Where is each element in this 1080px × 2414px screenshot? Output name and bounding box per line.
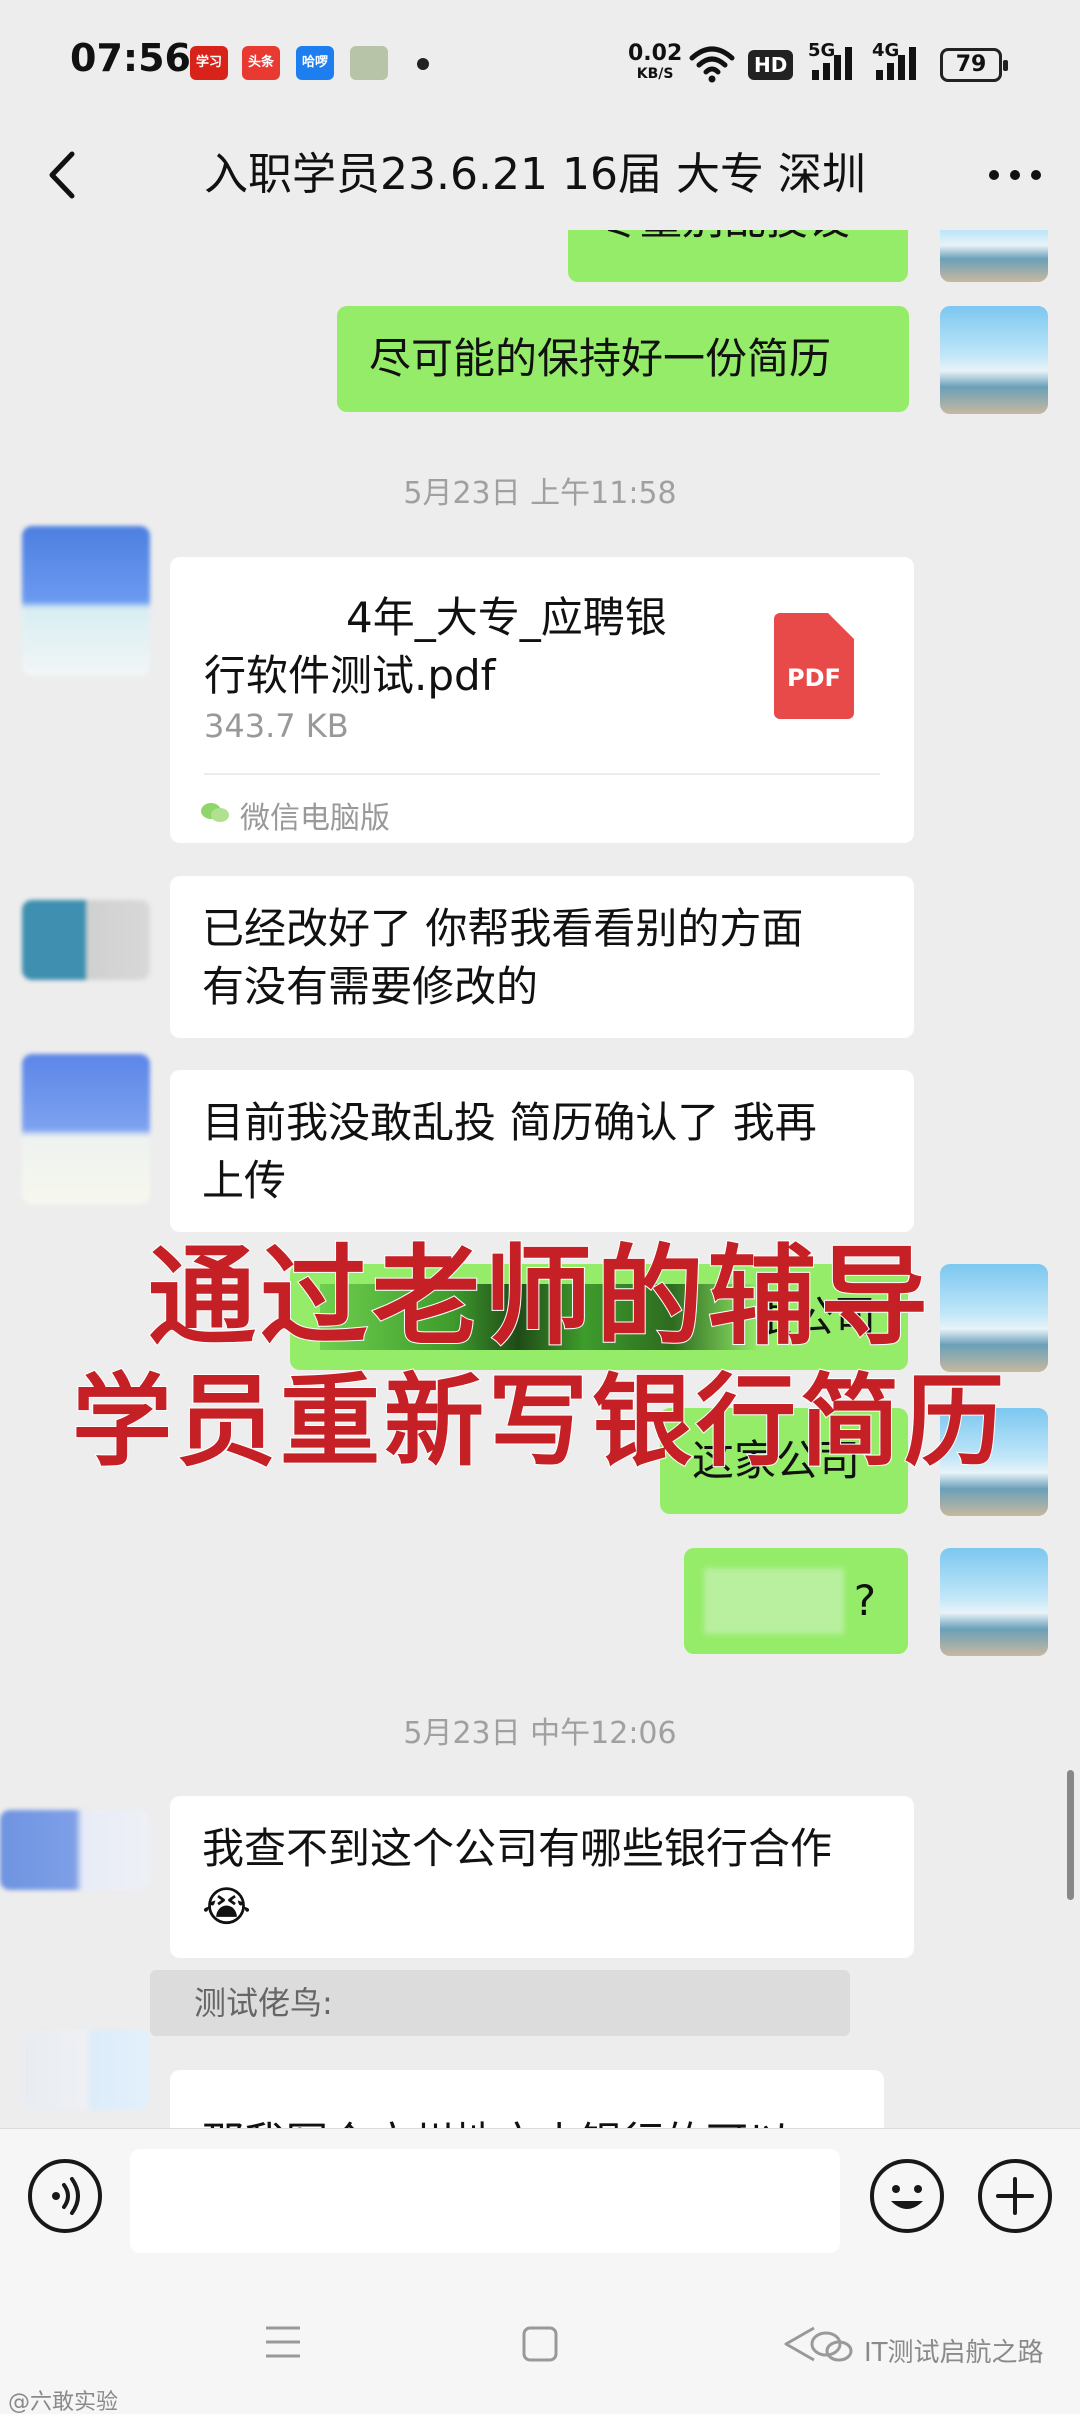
wifi-icon (689, 46, 735, 83)
status-bar: 07:56 学习 头条 哈啰 0.02 KB/S HD 5G 4G 79 (0, 0, 1080, 120)
network-speed: 0.02 KB/S (628, 41, 683, 84)
plus-icon (996, 2177, 1034, 2215)
message-timestamp: 5月23日 中午12:06 (403, 1716, 677, 1751)
signal-4g-icon (876, 47, 916, 80)
system-navigation-bar: IT测试启航之路 @六敢实验 (0, 2278, 1080, 2414)
wechat-pc-icon (201, 803, 229, 822)
crying-face-emoji: 😭 (202, 1882, 252, 1931)
message-text: 尽可能的保持好一份简历 (369, 334, 832, 383)
message-bubble-mine[interactable]: 尽量别乱投设 (568, 230, 908, 282)
message-bubble-other[interactable]: 已经改好了 你帮我看看别的方面 有没有需要修改的 (170, 876, 914, 1038)
message-bubble-other[interactable]: 目前我没敢乱投 简历确认了 我再 上传 (170, 1070, 914, 1232)
more-functions-button[interactable] (978, 2159, 1052, 2233)
menu-nav-icon[interactable] (262, 2322, 304, 2362)
chat-scrollbar[interactable] (1067, 1770, 1074, 1900)
message-text-line2: 上传 (202, 1156, 287, 1205)
voice-icon (52, 2177, 80, 2215)
file-name: 4年_大专_应聘银 行软件测试.pdf (204, 589, 744, 705)
my-avatar[interactable] (940, 1548, 1048, 1656)
message-text-input[interactable] (130, 2149, 840, 2253)
back-button[interactable] (30, 140, 100, 210)
overlay-caption-line2: 学员重新写银行简历 (71, 1361, 1008, 1481)
my-avatar[interactable] (940, 306, 1048, 414)
file-name-line1: 4年_大专_应聘银 (346, 593, 667, 642)
toutiao-app-icon: 头条 (242, 46, 280, 80)
message-bubble-mine[interactable]: ? (684, 1548, 908, 1654)
my-avatar[interactable] (940, 230, 1048, 282)
censor-block (704, 1568, 844, 1634)
hd-voice-icon: HD (748, 50, 794, 80)
message-bubble-mine[interactable]: 尽可能的保持好一份简历 (337, 306, 909, 412)
emoji-button[interactable] (870, 2159, 944, 2233)
quoted-message[interactable]: 测试佬鸟: (150, 1970, 850, 2036)
network-speed-unit: KB/S (636, 66, 674, 82)
file-size: 343.7 KB (204, 707, 349, 745)
message-bubble-other[interactable]: 那我写个广州地方小银行的可以 (170, 2070, 884, 2128)
xuexi-app-icon: 学习 (190, 46, 228, 80)
smiley-icon (891, 2185, 923, 2209)
message-timestamp: 5月23日 上午11:58 (403, 476, 677, 511)
file-source-label: 微信电脑版 (240, 801, 390, 836)
picture-app-icon (350, 46, 388, 80)
status-time: 07:56 (70, 36, 191, 80)
message-text-line1: 已经改好了 你帮我看看别的方面 (202, 904, 804, 953)
message-text: 那我写个广州地方小银行的可以 (202, 2118, 790, 2128)
message-text: 尽量别乱投设 (598, 230, 850, 244)
battery-icon: 79 (940, 48, 1008, 82)
voice-input-button[interactable] (28, 2159, 102, 2233)
message-text-line2: 有没有需要修改的 (202, 962, 539, 1011)
pdf-file-icon: PDF (774, 613, 854, 719)
chat-header: 入职学员23.6.21 16届 大专 深圳 (0, 120, 1080, 230)
contact-avatar[interactable] (0, 1810, 150, 1890)
contact-avatar[interactable] (22, 2030, 150, 2110)
contact-avatar[interactable] (22, 526, 150, 676)
message-bubble-other[interactable]: 我查不到这个公司有哪些银行合作 😭 (170, 1796, 914, 1958)
contact-avatar[interactable] (22, 1054, 150, 1204)
network-speed-value: 0.02 (628, 41, 683, 66)
more-options-button[interactable] (980, 140, 1050, 210)
watermark-right: IT测试启航之路 (864, 2338, 1044, 2368)
watermark-left: @六敢实验 (8, 2390, 119, 2414)
quote-sender: 测试佬鸟: (194, 1984, 333, 2022)
hello-app-icon: 哈啰 (296, 46, 334, 80)
message-input-bar (0, 2128, 1080, 2278)
chat-title: 入职学员23.6.21 16届 大专 深圳 (204, 149, 866, 200)
message-text: 我查不到这个公司有哪些银行合作 (202, 1824, 833, 1873)
home-nav-icon[interactable] (520, 2324, 560, 2364)
contact-avatar[interactable] (22, 900, 150, 980)
signal-5g-icon (812, 47, 852, 80)
message-text-line1: 目前我没敢乱投 简历确认了 我再 (202, 1098, 817, 1147)
file-message-card[interactable]: 4年_大专_应聘银 行软件测试.pdf 343.7 KB PDF 微信电脑版 (170, 557, 914, 843)
chat-message-list[interactable]: 尽量别乱投设 尽可能的保持好一份简历 5月23日 上午11:58 4年_大专_应… (0, 230, 1080, 2128)
wechat-logo-icon (810, 2331, 853, 2362)
message-text: ? (853, 1576, 876, 1625)
notification-dot-icon (417, 58, 429, 70)
file-name-line2: 行软件测试.pdf (204, 651, 496, 700)
file-card-divider (204, 773, 880, 775)
